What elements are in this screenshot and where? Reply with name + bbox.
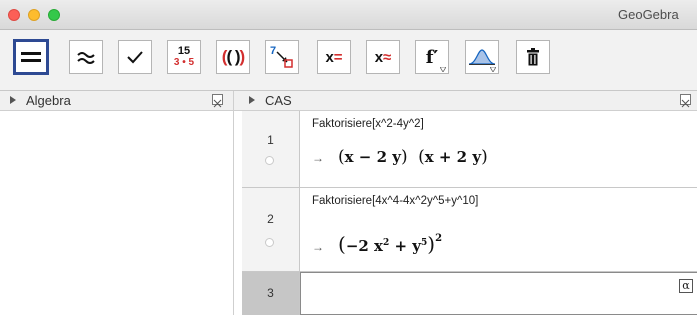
probability-calculator-button[interactable] <box>465 40 499 74</box>
cas-row-number: 2 <box>267 212 274 226</box>
substitute-icon: 7 <box>270 45 293 68</box>
expand-triangle-icon[interactable] <box>10 96 16 104</box>
toolbar: 15 3 • 5 (( )) 7 x= x≈ f′ <box>0 30 697 91</box>
algebra-panel-header[interactable]: Algebra <box>0 91 234 111</box>
equals-icon <box>21 52 41 62</box>
solve-icon: x= <box>325 48 343 66</box>
more-tools-icon <box>490 67 496 72</box>
substitute-tool-button[interactable]: 7 <box>265 40 299 74</box>
algebra-view[interactable] <box>0 111 234 315</box>
algebra-close-button[interactable] <box>212 94 223 108</box>
derivative-tool-button[interactable]: f′ <box>415 40 449 74</box>
solve-numerically-tool-button[interactable]: x≈ <box>366 40 400 74</box>
svg-text:7: 7 <box>270 45 276 57</box>
keep-input-tool-button[interactable] <box>118 40 152 74</box>
more-tools-icon <box>440 67 446 72</box>
minimize-window-button[interactable] <box>28 9 40 21</box>
expand-triangle-icon[interactable] <box>249 96 255 104</box>
factor-bottom-label: 3 • 5 <box>173 57 195 68</box>
cas-row-number: 1 <box>267 133 274 147</box>
cas-row[interactable]: 1 Faktorisiere[x^2-4y^2] → (x − 2 y) (x +… <box>242 111 697 188</box>
factor-top-label: 15 <box>177 45 191 57</box>
approx-icon <box>77 52 95 64</box>
cas-input-text[interactable]: Faktorisiere[x^2-4y^2] <box>312 118 424 130</box>
solve-tool-button[interactable]: x= <box>317 40 351 74</box>
result-arrow-icon: → <box>312 151 324 165</box>
cas-row-header[interactable]: 2 <box>242 188 300 271</box>
cas-output: → (x − 2 y) (x + 2 y) <box>312 147 488 167</box>
close-icon <box>213 99 222 108</box>
delete-tool-button[interactable] <box>516 40 550 74</box>
zoom-window-button[interactable] <box>48 9 60 21</box>
cas-row[interactable]: 3 α <box>242 272 697 315</box>
cas-row[interactable]: 2 Faktorisiere[4x^4-4x^2y^5+y^10] → (−2 x… <box>242 188 697 272</box>
trash-icon <box>527 48 539 66</box>
cas-close-button[interactable] <box>680 94 691 108</box>
checkmark-icon <box>127 51 143 64</box>
solve-numeric-icon: x≈ <box>374 48 392 66</box>
numeric-tool-button[interactable] <box>69 40 103 74</box>
algebra-panel-title: Algebra <box>26 93 71 108</box>
cas-panel-header[interactable]: CAS <box>234 91 697 111</box>
expand-icon: (( )) <box>221 47 245 66</box>
cas-panel-title: CAS <box>265 93 292 108</box>
factor-tool-button[interactable]: 15 3 • 5 <box>167 40 201 74</box>
alpha-keyboard-button[interactable]: α <box>679 279 693 293</box>
cas-cell[interactable]: Faktorisiere[x^2-4y^2] → (x − 2 y) (x + 2… <box>300 111 697 187</box>
window-title: GeoGebra <box>618 7 679 22</box>
cas-input-field[interactable]: α <box>300 272 697 315</box>
cas-row-header[interactable]: 3 <box>242 272 300 315</box>
show-output-toggle[interactable] <box>265 156 274 165</box>
cas-row-header[interactable]: 1 <box>242 111 300 187</box>
window-titlebar: GeoGebra <box>0 0 697 30</box>
cas-row-number: 3 <box>267 286 274 300</box>
cas-cell[interactable]: Faktorisiere[4x^4-4x^2y^5+y^10] → (−2 x2 … <box>300 188 697 271</box>
close-window-button[interactable] <box>8 9 20 21</box>
cas-input-text[interactable]: Faktorisiere[4x^4-4x^2y^5+y^10] <box>312 195 478 207</box>
cas-output: → (−2 x2 + y5)2 <box>312 232 443 256</box>
close-icon <box>681 99 690 108</box>
show-output-toggle[interactable] <box>265 238 274 247</box>
evaluate-tool-button[interactable] <box>13 39 49 75</box>
derivative-icon: f′ <box>425 46 439 68</box>
result-arrow-icon: → <box>312 240 324 254</box>
expand-tool-button[interactable]: (( )) <box>216 40 250 74</box>
bell-curve-icon <box>468 49 496 65</box>
